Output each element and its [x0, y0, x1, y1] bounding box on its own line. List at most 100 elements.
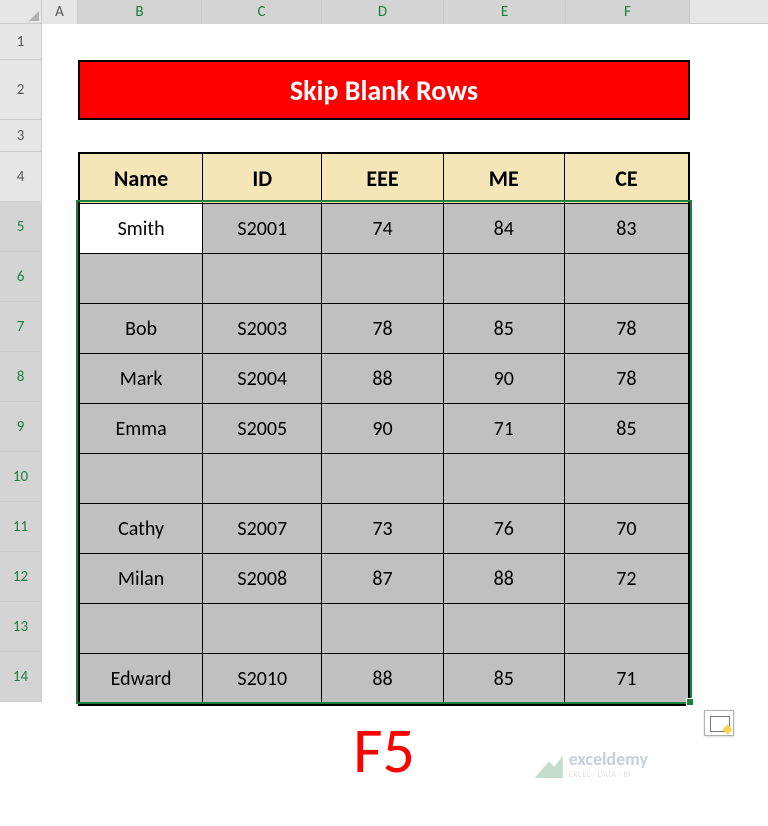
cell-E7[interactable]: 85 — [444, 304, 565, 354]
quick-analysis-icon — [710, 716, 728, 730]
table-row: Edward S2010 88 85 71 — [80, 654, 688, 704]
cell-E10[interactable] — [444, 454, 565, 504]
keyboard-hint-label: F5 — [0, 712, 768, 790]
table-row: Emma S2005 90 71 85 — [80, 404, 688, 454]
title-text: Skip Blank Rows — [290, 73, 478, 108]
cell-E14[interactable]: 85 — [444, 654, 565, 704]
row-header-6[interactable]: 6 — [0, 252, 42, 302]
table-row — [80, 604, 688, 654]
row-header-13[interactable]: 13 — [0, 602, 42, 652]
col-header-D[interactable]: D — [322, 0, 444, 24]
cell-E13[interactable] — [444, 604, 565, 654]
cell-B13[interactable] — [80, 604, 203, 654]
table-row: Bob S2003 78 85 78 — [80, 304, 688, 354]
cell-B9[interactable]: Emma — [80, 404, 203, 454]
cell-D7[interactable]: 78 — [322, 304, 443, 354]
cell-F6[interactable] — [565, 254, 688, 304]
cell-C14[interactable]: S2010 — [203, 654, 322, 704]
row-header-7[interactable]: 7 — [0, 302, 42, 352]
cell-B8[interactable]: Mark — [80, 354, 203, 404]
cell-E9[interactable]: 71 — [444, 404, 565, 454]
cell-F8[interactable]: 78 — [565, 354, 688, 404]
header-id[interactable]: ID — [203, 154, 322, 204]
watermark-logo-icon — [535, 750, 563, 778]
col-header-C[interactable]: C — [202, 0, 322, 24]
cell-C11[interactable]: S2007 — [203, 504, 322, 554]
row-headers: 1 2 3 4 5 6 7 8 9 10 11 12 13 14 — [0, 24, 42, 702]
cell-D5[interactable]: 74 — [322, 204, 443, 254]
row-header-4[interactable]: 4 — [0, 152, 42, 202]
cell-F11[interactable]: 70 — [565, 504, 688, 554]
select-all-corner[interactable] — [0, 0, 42, 24]
cell-D8[interactable]: 88 — [322, 354, 443, 404]
spreadsheet-grid: A B C D E F 1 2 3 4 5 6 7 8 9 10 11 12 1… — [0, 0, 768, 826]
col-header-F[interactable]: F — [566, 0, 690, 24]
row-header-14[interactable]: 14 — [0, 652, 42, 702]
cell-B14[interactable]: Edward — [80, 654, 203, 704]
data-table: Name ID EEE ME CE Smith S2001 74 84 83 B… — [78, 152, 690, 706]
cell-F7[interactable]: 78 — [565, 304, 688, 354]
cell-D13[interactable] — [322, 604, 443, 654]
cell-F13[interactable] — [565, 604, 688, 654]
row-header-5[interactable]: 5 — [0, 202, 42, 252]
cell-D12[interactable]: 87 — [322, 554, 443, 604]
header-name[interactable]: Name — [80, 154, 203, 204]
cell-D11[interactable]: 73 — [322, 504, 443, 554]
cell-D14[interactable]: 88 — [322, 654, 443, 704]
cell-C7[interactable]: S2003 — [203, 304, 322, 354]
watermark-tagline: EXCEL · DATA · BI — [569, 770, 648, 780]
cell-C13[interactable] — [203, 604, 322, 654]
quick-analysis-button[interactable] — [704, 710, 734, 736]
cell-F12[interactable]: 72 — [565, 554, 688, 604]
watermark-brand: exceldemy — [569, 748, 648, 770]
row-header-12[interactable]: 12 — [0, 552, 42, 602]
cell-B7[interactable]: Bob — [80, 304, 203, 354]
cell-E6[interactable] — [444, 254, 565, 304]
cell-B12[interactable]: Milan — [80, 554, 203, 604]
table-row: Mark S2004 88 90 78 — [80, 354, 688, 404]
cell-C6[interactable] — [203, 254, 322, 304]
watermark: exceldemy EXCEL · DATA · BI — [535, 748, 648, 780]
col-header-A[interactable]: A — [42, 0, 78, 24]
cell-C12[interactable]: S2008 — [203, 554, 322, 604]
cell-C5[interactable]: S2001 — [203, 204, 322, 254]
cell-E8[interactable]: 90 — [444, 354, 565, 404]
table-row — [80, 254, 688, 304]
column-headers: A B C D E F — [0, 0, 768, 24]
cell-F5[interactable]: 83 — [565, 204, 688, 254]
row-header-11[interactable]: 11 — [0, 502, 42, 552]
cell-F9[interactable]: 85 — [565, 404, 688, 454]
table-row — [80, 454, 688, 504]
cell-D10[interactable] — [322, 454, 443, 504]
cell-C8[interactable]: S2004 — [203, 354, 322, 404]
cell-E5[interactable]: 84 — [444, 204, 565, 254]
row-header-9[interactable]: 9 — [0, 402, 42, 452]
row-header-3[interactable]: 3 — [0, 120, 42, 152]
cell-F14[interactable]: 71 — [565, 654, 688, 704]
col-header-E[interactable]: E — [444, 0, 566, 24]
table-row: Cathy S2007 73 76 70 — [80, 504, 688, 554]
row-header-1[interactable]: 1 — [0, 24, 42, 60]
table-header-row: Name ID EEE ME CE — [80, 154, 688, 204]
col-header-B[interactable]: B — [78, 0, 202, 24]
cell-B5[interactable]: Smith — [80, 204, 203, 254]
row-header-10[interactable]: 10 — [0, 452, 42, 502]
header-me[interactable]: ME — [444, 154, 565, 204]
cell-C9[interactable]: S2005 — [203, 404, 322, 454]
cell-E11[interactable]: 76 — [444, 504, 565, 554]
row-header-8[interactable]: 8 — [0, 352, 42, 402]
table-row: Smith S2001 74 84 83 — [80, 204, 688, 254]
row-header-2[interactable]: 2 — [0, 60, 42, 120]
cell-B11[interactable]: Cathy — [80, 504, 203, 554]
header-eee[interactable]: EEE — [322, 154, 443, 204]
cell-D9[interactable]: 90 — [322, 404, 443, 454]
cell-D6[interactable] — [322, 254, 443, 304]
title-bar: Skip Blank Rows — [78, 60, 690, 120]
table-row: Milan S2008 87 88 72 — [80, 554, 688, 604]
cell-F10[interactable] — [565, 454, 688, 504]
header-ce[interactable]: CE — [565, 154, 688, 204]
cell-B10[interactable] — [80, 454, 203, 504]
cell-E12[interactable]: 88 — [444, 554, 565, 604]
cell-B6[interactable] — [80, 254, 203, 304]
cell-C10[interactable] — [203, 454, 322, 504]
